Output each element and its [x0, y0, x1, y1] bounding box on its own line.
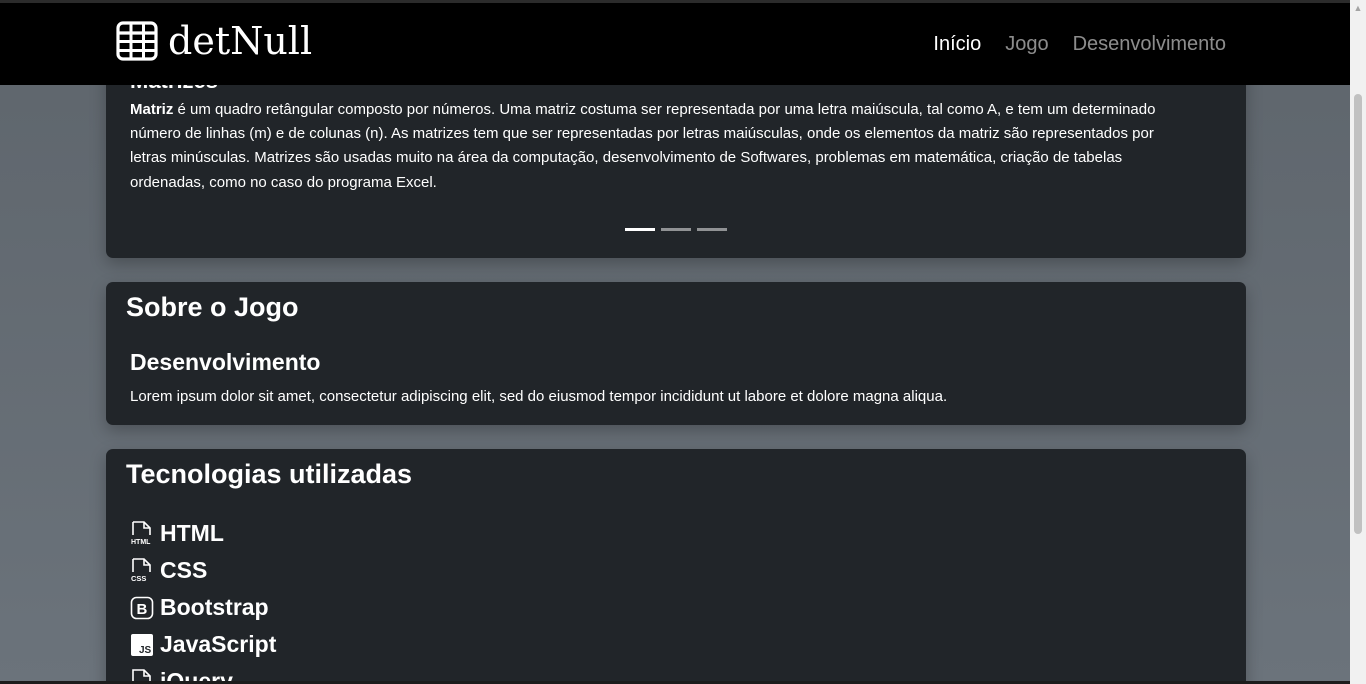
table-grid-icon [116, 21, 158, 61]
carousel-definition: é um quadro retângular composto por núme… [130, 101, 1156, 191]
about-text: Lorem ipsum dolor sit amet, consectetur … [130, 388, 948, 405]
carousel-term: Matriz [130, 101, 174, 118]
tech-item-html: HTML HTML [130, 515, 276, 552]
about-title: Sobre o Jogo [126, 292, 299, 322]
carousel-indicators [625, 228, 727, 231]
technologies-card: Tecnologias utilizadas HTML HTML CSS CSS… [106, 449, 1246, 684]
nav-link-jogo[interactable]: Jogo [1005, 33, 1048, 56]
svg-text:JS: JS [139, 645, 152, 656]
tech-label: JavaScript [160, 631, 277, 657]
filetype-html-icon: HTML [131, 520, 151, 546]
svg-text:B: B [137, 601, 148, 618]
carousel-slide-text: Matriz é um quadro retângular composto p… [130, 98, 1190, 195]
tech-item-css: CSS CSS [130, 552, 276, 589]
tech-item-bootstrap: B Bootstrap [130, 589, 276, 626]
svg-text:HTML: HTML [131, 539, 151, 546]
carousel-indicator-1[interactable] [625, 228, 655, 231]
svg-text:CSS: CSS [131, 574, 146, 583]
technologies-list: HTML HTML CSS CSS B Bootstrap JS JavaScr… [130, 515, 276, 684]
scroll-up-arrow-icon[interactable]: ▲ [1350, 0, 1366, 16]
about-subtitle: Desenvolvimento [130, 349, 321, 375]
brand-link[interactable]: detNull [116, 19, 312, 63]
vertical-scrollbar[interactable]: ▲ [1350, 0, 1366, 684]
bootstrap-icon: B [130, 596, 154, 619]
nav-link-inicio[interactable]: Início [933, 33, 981, 56]
filetype-css-icon: CSS [131, 557, 151, 583]
scrollbar-thumb[interactable] [1354, 94, 1362, 534]
carousel-indicator-2[interactable] [661, 228, 691, 231]
tech-item-javascript: JS JavaScript [130, 626, 276, 663]
brand-name: detNull [168, 19, 313, 63]
page-viewport: Matrizes Matriz é um quadro retângular c… [0, 0, 1350, 684]
about-card: Sobre o Jogo Desenvolvimento Lorem ipsum… [106, 282, 1246, 425]
nav-link-desenvolvimento[interactable]: Desenvolvimento [1073, 33, 1226, 56]
javascript-icon: JS [131, 633, 153, 656]
tech-label: CSS [160, 557, 208, 583]
carousel-indicator-3[interactable] [697, 228, 727, 231]
technologies-title: Tecnologias utilizadas [126, 459, 413, 489]
nav-links: Início Jogo Desenvolvimento [933, 33, 1226, 56]
tech-label: HTML [160, 520, 224, 546]
tech-label: Bootstrap [160, 594, 269, 620]
top-navbar: detNull Início Jogo Desenvolvimento [0, 0, 1350, 85]
